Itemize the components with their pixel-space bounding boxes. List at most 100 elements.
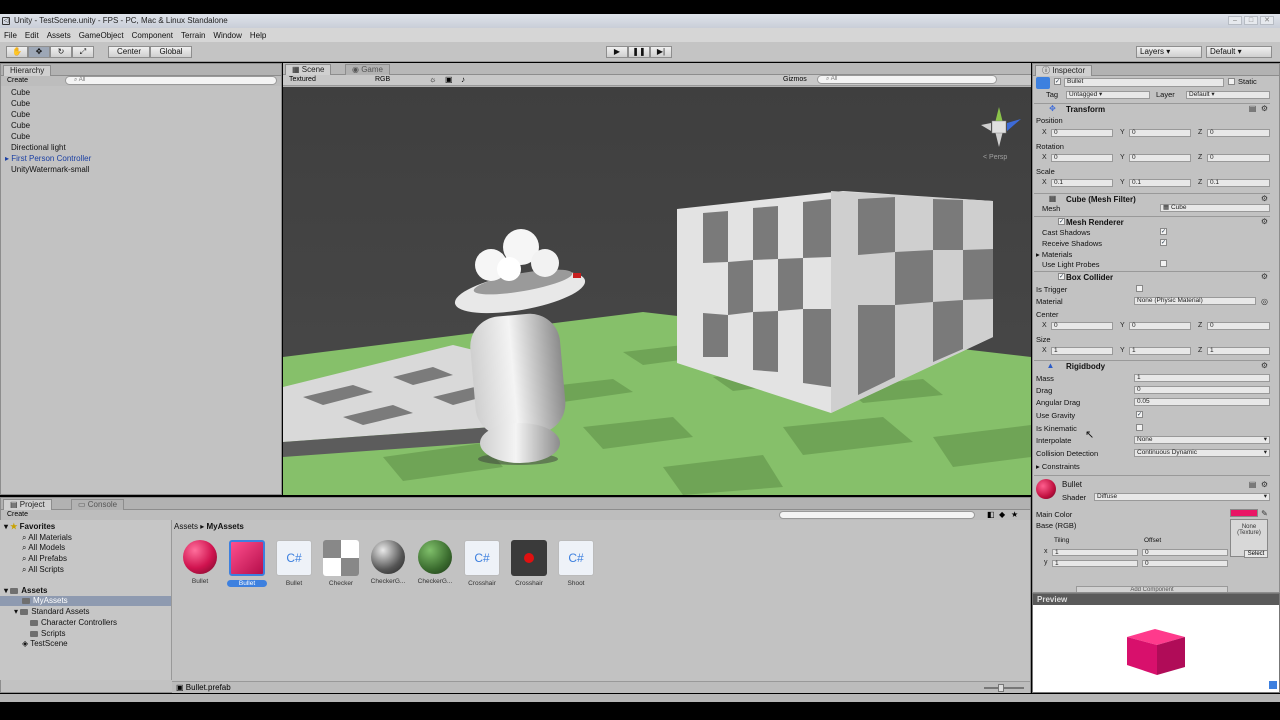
use-gravity-checkbox[interactable]: ✓ xyxy=(1136,411,1143,418)
object-picker-icon[interactable]: ◎ xyxy=(1260,297,1269,306)
mesh-renderer-header[interactable]: Mesh Renderer xyxy=(1034,216,1270,227)
asset-bullet-prefab[interactable]: Bullet xyxy=(227,540,267,587)
hierarchy-item[interactable]: Cube xyxy=(11,132,30,142)
menu-terrain[interactable]: Terrain xyxy=(181,31,205,40)
menu-assets[interactable]: Assets xyxy=(47,31,71,40)
active-checkbox[interactable]: ✓ xyxy=(1054,78,1061,85)
object-name-field[interactable]: Bullet xyxy=(1064,78,1224,87)
tiling-x-field[interactable]: 1 xyxy=(1052,549,1138,556)
filter-by-label-icon[interactable]: ◆ xyxy=(999,510,1005,519)
tree-item-testscene[interactable]: ◈ TestScene xyxy=(22,639,68,649)
gear-icon[interactable]: ⚙ xyxy=(1260,217,1269,226)
scale-tool-icon[interactable]: ⤢ xyxy=(72,46,94,58)
image-toggle-icon[interactable]: ▣ xyxy=(445,75,453,84)
offset-x-field[interactable]: 0 xyxy=(1142,549,1228,556)
tree-item-scripts[interactable]: Scripts xyxy=(30,629,65,639)
tree-item-myassets[interactable]: MyAssets xyxy=(22,596,68,606)
rotation-y-field[interactable]: 0 xyxy=(1129,154,1191,162)
hierarchy-item[interactable]: Directional light xyxy=(11,143,66,153)
angular-drag-field[interactable]: 0.05 xyxy=(1134,398,1270,406)
asset-checker-texture[interactable]: Checker xyxy=(321,540,361,587)
preview-play-icon[interactable] xyxy=(1269,681,1277,689)
eyedropper-icon[interactable]: ✎ xyxy=(1260,509,1269,518)
center-y-field[interactable]: 0 xyxy=(1129,322,1191,330)
mesh-field[interactable]: ▦ Cube xyxy=(1160,204,1270,212)
tag-dropdown[interactable]: Untagged ▾ xyxy=(1066,91,1150,99)
pause-button[interactable]: ❚❚ xyxy=(628,46,650,58)
play-button[interactable]: ▶ xyxy=(606,46,628,58)
position-x-field[interactable]: 0 xyxy=(1051,129,1113,137)
scene-viewport[interactable]: < Persp xyxy=(283,87,1031,495)
scale-x-field[interactable]: 0.1 xyxy=(1051,179,1113,187)
maximize-button[interactable]: □ xyxy=(1244,16,1258,25)
tab-scene[interactable]: ▦ Scene xyxy=(285,64,332,75)
help-icon[interactable]: ▤ xyxy=(1248,480,1257,489)
is-kinematic-checkbox[interactable] xyxy=(1136,424,1143,431)
favorite-star-icon[interactable]: ★ xyxy=(1011,510,1018,519)
tab-hierarchy[interactable]: Hierarchy xyxy=(3,65,52,76)
color-mode-dropdown[interactable]: RGB xyxy=(375,76,390,83)
rotation-z-field[interactable]: 0 xyxy=(1207,154,1270,162)
menu-help[interactable]: Help xyxy=(250,31,266,40)
tab-console[interactable]: ▭ Console xyxy=(71,499,125,510)
asset-shoot-script[interactable]: C# Shoot xyxy=(556,540,596,587)
mesh-renderer-enabled-checkbox[interactable]: ✓ xyxy=(1058,218,1065,225)
lighting-toggle-icon[interactable]: ☼ xyxy=(429,75,436,84)
collision-detection-dropdown[interactable]: Continuous Dynamic ▾ xyxy=(1134,449,1270,457)
gear-icon[interactable]: ⚙ xyxy=(1260,361,1269,370)
gizmos-dropdown[interactable]: Gizmos xyxy=(783,76,807,83)
main-color-swatch[interactable] xyxy=(1230,509,1258,517)
static-checkbox[interactable] xyxy=(1228,78,1235,85)
menu-file[interactable]: File xyxy=(4,31,17,40)
center-z-field[interactable]: 0 xyxy=(1207,322,1270,330)
favorites-header[interactable]: ▾ ★ Favorites xyxy=(4,522,55,532)
hierarchy-create-button[interactable]: Create xyxy=(7,77,28,84)
tree-item-character-controllers[interactable]: Character Controllers xyxy=(30,618,117,628)
menu-gameobject[interactable]: GameObject xyxy=(79,31,124,40)
interpolate-dropdown[interactable]: None ▾ xyxy=(1134,436,1270,444)
rigidbody-header[interactable]: Rigidbody xyxy=(1034,360,1270,371)
hierarchy-item[interactable]: UnityWatermark-small xyxy=(11,165,89,175)
asset-bullet-material[interactable]: Bullet xyxy=(180,540,220,585)
light-probes-checkbox[interactable] xyxy=(1160,260,1167,267)
step-button[interactable]: ▶| xyxy=(650,46,672,58)
move-tool-icon[interactable]: ✥ xyxy=(28,46,50,58)
close-button[interactable]: ✕ xyxy=(1260,16,1274,25)
favorite-item[interactable]: ⌕ All Scripts xyxy=(22,565,64,575)
box-collider-header[interactable]: Box Collider xyxy=(1034,271,1270,282)
asset-crosshair-script[interactable]: C# Crosshair xyxy=(462,540,502,587)
offset-y-field[interactable]: 0 xyxy=(1142,560,1228,567)
rotation-x-field[interactable]: 0 xyxy=(1051,154,1113,162)
project-create-button[interactable]: Create xyxy=(7,511,28,518)
drag-field[interactable]: 0 xyxy=(1134,386,1270,394)
assets-root-item[interactable]: ▾ Assets xyxy=(4,586,48,596)
render-mode-dropdown[interactable]: Textured xyxy=(289,76,316,83)
position-z-field[interactable]: 0 xyxy=(1207,129,1270,137)
audio-toggle-icon[interactable]: ♪ xyxy=(461,75,465,84)
is-trigger-checkbox[interactable] xyxy=(1136,285,1143,292)
favorite-item[interactable]: ⌕ All Models xyxy=(22,543,65,553)
gear-icon[interactable]: ⚙ xyxy=(1260,272,1269,281)
physic-material-field[interactable]: None (Physic Material) xyxy=(1134,297,1256,305)
add-component-button[interactable]: Add Component xyxy=(1076,586,1228,592)
scale-z-field[interactable]: 0.1 xyxy=(1207,179,1270,187)
size-z-field[interactable]: 1 xyxy=(1207,347,1270,355)
gear-icon[interactable]: ⚙ xyxy=(1260,194,1269,203)
tab-game[interactable]: ◉ Game xyxy=(345,64,390,75)
tree-item-standard-assets[interactable]: ▾ Standard Assets xyxy=(14,607,90,617)
position-y-field[interactable]: 0 xyxy=(1129,129,1191,137)
zoom-slider[interactable] xyxy=(984,684,1024,692)
pivot-center-button[interactable]: Center xyxy=(108,46,150,58)
gear-icon[interactable]: ⚙ xyxy=(1260,104,1269,113)
mesh-filter-header[interactable]: Cube (Mesh Filter) xyxy=(1034,193,1270,204)
preview-header[interactable]: Preview xyxy=(1033,594,1279,605)
hierarchy-item[interactable]: Cube xyxy=(11,99,30,109)
shader-dropdown[interactable]: Diffuse ▾ xyxy=(1094,493,1270,501)
project-search-input[interactable] xyxy=(779,511,975,519)
favorite-item[interactable]: ⌕ All Materials xyxy=(22,533,72,543)
menu-component[interactable]: Component xyxy=(132,31,173,40)
breadcrumb-myassets[interactable]: MyAssets xyxy=(206,522,243,531)
tiling-y-field[interactable]: 1 xyxy=(1052,560,1138,567)
texture-select-button[interactable]: Select xyxy=(1244,550,1268,558)
filter-by-type-icon[interactable]: ◧ xyxy=(987,510,995,519)
